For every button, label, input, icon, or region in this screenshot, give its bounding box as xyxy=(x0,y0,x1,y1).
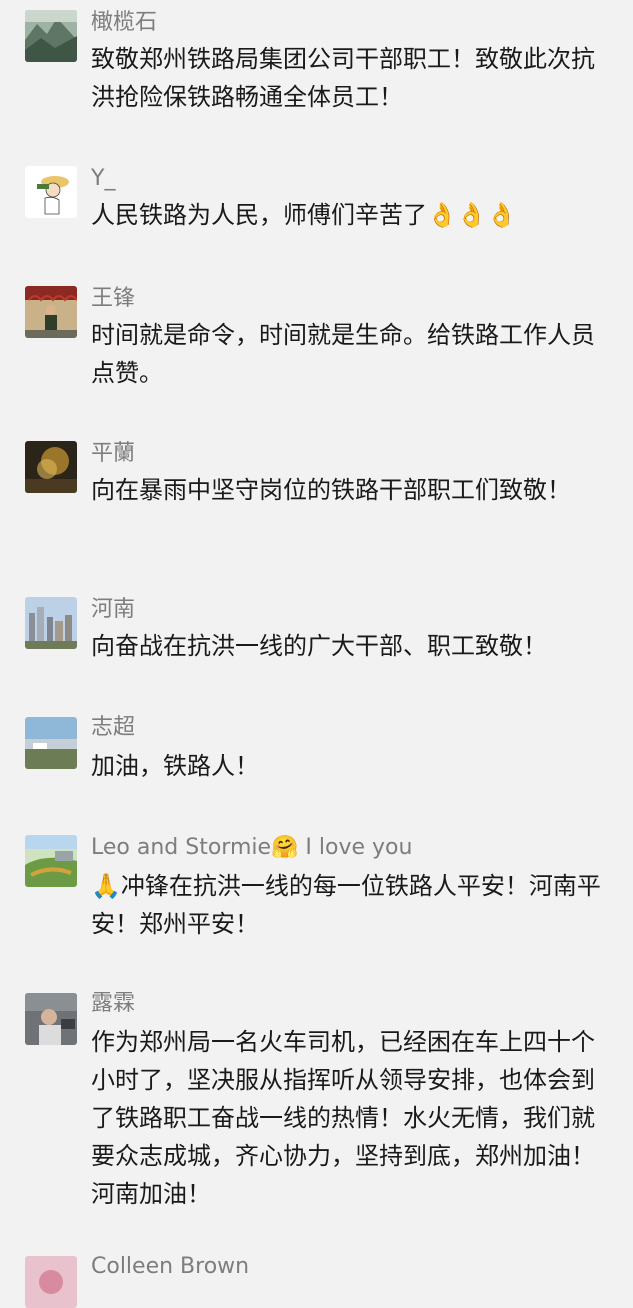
commenter-name[interactable]: Leo and Stormie🤗 I love you xyxy=(91,833,412,863)
avatar[interactable] xyxy=(25,993,77,1045)
comment-item: 露霖 作为郑州局一名火车司机，已经困在车上四十个小时了，坚决服从指挥听从领导安排… xyxy=(0,985,633,1230)
comment-text: 致敬郑州铁路局集团公司干部职工！致敬此次抗洪抢险保铁路畅通全体员工！ xyxy=(91,45,595,111)
ok-hand-emoji-icon: 👌👌👌 xyxy=(427,201,517,229)
commenter-name[interactable]: 王锋 xyxy=(91,284,135,314)
comment-text-body: 人民铁路为人民，师傅们辛苦了 xyxy=(91,201,427,229)
commenter-name[interactable]: 露霖 xyxy=(91,989,135,1019)
commenter-name-suffix: I love you xyxy=(298,835,413,860)
commenter-name[interactable]: 志超 xyxy=(91,713,135,743)
comment-text: 向奋战在抗洪一线的广大干部、职工致敬！ xyxy=(91,632,547,660)
comment-text: 向在暴雨中坚守岗位的铁路干部职工们致敬！ xyxy=(91,476,571,504)
commenter-name[interactable]: Colleen Brown xyxy=(91,1252,249,1282)
comment-text: 作为郑州局一名火车司机，已经困在车上四十个小时了，坚决服从指挥听从领导安排，也体… xyxy=(91,1028,595,1208)
comment-item: Y_ 人民铁路为人民，师傅们辛苦了👌👌👌 xyxy=(0,150,633,270)
avatar[interactable] xyxy=(25,441,77,493)
avatar[interactable] xyxy=(25,1256,77,1308)
comment-item: 河南 向奋战在抗洪一线的广大干部、职工致敬！ xyxy=(0,585,633,705)
folded-hands-emoji-icon: 🙏 xyxy=(91,872,121,900)
comment-text: 🙏冲锋在抗洪一线的每一位铁路人平安！河南平安！郑州平安！ xyxy=(91,867,611,943)
commenter-name-text: Leo and Stormie xyxy=(91,835,272,860)
comment-item: Leo and Stormie🤗 I love you 🙏冲锋在抗洪一线的每一位… xyxy=(0,825,633,985)
comment-item: 志超 加油，铁路人！ xyxy=(0,705,633,825)
comment-item: 平蘭 向在暴雨中坚守岗位的铁路干部职工们致敬！ xyxy=(0,425,633,585)
hugging-face-emoji-icon: 🤗 xyxy=(271,835,299,860)
avatar[interactable] xyxy=(25,10,77,62)
comment-item: 王锋 时间就是命令，时间就是生命。给铁路工作人员点赞。 xyxy=(0,270,633,425)
commenter-name[interactable]: 河南 xyxy=(91,595,135,625)
avatar[interactable] xyxy=(25,717,77,769)
commenter-name[interactable]: Y_ xyxy=(91,164,115,194)
avatar[interactable] xyxy=(25,286,77,338)
commenter-name[interactable]: 橄榄石 xyxy=(91,8,157,38)
avatar[interactable] xyxy=(25,835,77,887)
comment-item: Colleen Brown xyxy=(0,1240,633,1308)
comment-text: 时间就是命令，时间就是生命。给铁路工作人员点赞。 xyxy=(91,321,595,387)
avatar[interactable] xyxy=(25,166,77,218)
comment-text: 人民铁路为人民，师傅们辛苦了👌👌👌 xyxy=(91,196,611,234)
comment-item: 橄榄石 致敬郑州铁路局集团公司干部职工！致敬此次抗洪抢险保铁路畅通全体员工！ xyxy=(0,0,633,150)
commenter-name[interactable]: 平蘭 xyxy=(91,439,135,469)
avatar[interactable] xyxy=(25,597,77,649)
comment-text-body: 冲锋在抗洪一线的每一位铁路人平安！河南平安！郑州平安！ xyxy=(91,872,601,938)
comment-text: 加油，铁路人！ xyxy=(91,752,259,780)
